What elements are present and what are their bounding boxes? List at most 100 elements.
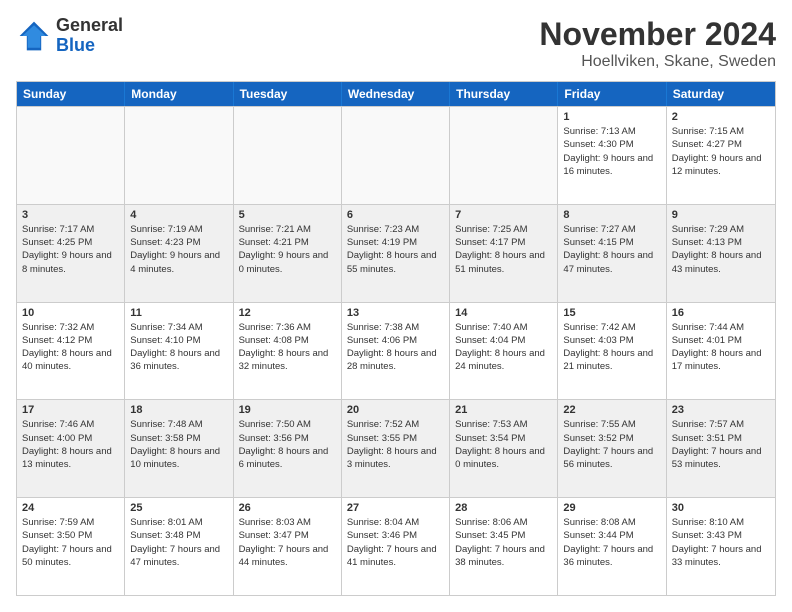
day-cell-22: 22Sunrise: 7:55 AM Sunset: 3:52 PM Dayli…: [558, 400, 666, 497]
day-cell-27: 27 Sunrise: 8:04 AM Sunset: 3:46 PM Dayli…: [342, 498, 450, 595]
day-info-8: Sunrise: 7:27 AM Sunset: 4:15 PM Dayligh…: [563, 223, 660, 276]
day-cell-8: 8 Sunrise: 7:27 AM Sunset: 4:15 PM Daylig…: [558, 205, 666, 302]
day-number-28: 28: [455, 502, 552, 514]
day-number-14: 14: [455, 307, 552, 319]
cal-row-2: 10 Sunrise: 7:32 AM Sunset: 4:12 PM Dayli…: [17, 302, 775, 400]
empty-cell-0-4: [450, 107, 558, 204]
day-number-29: 29: [563, 502, 660, 514]
weekday-tuesday: Tuesday: [234, 82, 342, 106]
day-cell-2: 2 Sunrise: 7:15 AM Sunset: 4:27 PM Daylig…: [667, 107, 775, 204]
day-cell-18: 18 Sunrise: 7:48 AM Sunset: 3:58 PM Dayli…: [125, 400, 233, 497]
day-cell-20: 20Sunrise: 7:52 AM Sunset: 3:55 PM Dayli…: [342, 400, 450, 497]
day-cell-12: 12Sunrise: 7:36 AM Sunset: 4:08 PM Dayli…: [234, 303, 342, 400]
day-number-25: 25: [130, 502, 227, 514]
location: Hoellviken, Skane, Sweden: [539, 53, 776, 71]
weekday-wednesday: Wednesday: [342, 82, 450, 106]
weekday-sunday: Sunday: [17, 82, 125, 106]
day-info-15: Sunrise: 7:42 AM Sunset: 4:03 PM Dayligh…: [563, 321, 660, 374]
day-cell-24: 24Sunrise: 7:59 AM Sunset: 3:50 PM Dayli…: [17, 498, 125, 595]
day-info-23: Sunrise: 7:57 AM Sunset: 3:51 PM Dayligh…: [672, 418, 770, 471]
empty-cell-0-1: [125, 107, 233, 204]
day-number-21: 21: [455, 404, 552, 416]
day-info-12: Sunrise: 7:36 AM Sunset: 4:08 PM Dayligh…: [239, 321, 336, 374]
day-cell-6: 6 Sunrise: 7:23 AM Sunset: 4:19 PM Daylig…: [342, 205, 450, 302]
day-info-22: Sunrise: 7:55 AM Sunset: 3:52 PM Dayligh…: [563, 418, 660, 471]
day-number-27: 27: [347, 502, 444, 514]
page: General Blue November 2024 Hoellviken, S…: [0, 0, 792, 612]
weekday-thursday: Thursday: [450, 82, 558, 106]
day-number-3: 3: [22, 209, 119, 221]
empty-cell-0-2: [234, 107, 342, 204]
day-number-1: 1: [563, 111, 660, 123]
day-number-18: 18: [130, 404, 227, 416]
day-info-10: Sunrise: 7:32 AM Sunset: 4:12 PM Dayligh…: [22, 321, 119, 374]
empty-cell-0-3: [342, 107, 450, 204]
empty-cell-0-0: [17, 107, 125, 204]
calendar-body: 1 Sunrise: 7:13 AM Sunset: 4:30 PM Daylig…: [17, 106, 775, 595]
day-info-13: Sunrise: 7:38 AM Sunset: 4:06 PM Dayligh…: [347, 321, 444, 374]
day-number-2: 2: [672, 111, 770, 123]
day-cell-28: 28 Sunrise: 8:06 AM Sunset: 3:45 PM Dayli…: [450, 498, 558, 595]
day-info-11: Sunrise: 7:34 AM Sunset: 4:10 PM Dayligh…: [130, 321, 227, 374]
logo-text: General Blue: [56, 16, 123, 56]
day-info-4: Sunrise: 7:19 AM Sunset: 4:23 PM Dayligh…: [130, 223, 227, 276]
day-number-4: 4: [130, 209, 227, 221]
day-info-19: Sunrise: 7:50 AM Sunset: 3:56 PM Dayligh…: [239, 418, 336, 471]
day-number-7: 7: [455, 209, 552, 221]
day-info-25: Sunrise: 8:01 AM Sunset: 3:48 PM Dayligh…: [130, 516, 227, 569]
day-cell-16: 16Sunrise: 7:44 AM Sunset: 4:01 PM Dayli…: [667, 303, 775, 400]
weekday-friday: Friday: [558, 82, 666, 106]
cal-row-1: 3Sunrise: 7:17 AM Sunset: 4:25 PM Daylig…: [17, 204, 775, 302]
day-cell-26: 26 Sunrise: 8:03 AM Sunset: 3:47 PM Dayli…: [234, 498, 342, 595]
day-info-18: Sunrise: 7:48 AM Sunset: 3:58 PM Dayligh…: [130, 418, 227, 471]
day-number-17: 17: [22, 404, 119, 416]
day-info-6: Sunrise: 7:23 AM Sunset: 4:19 PM Dayligh…: [347, 223, 444, 276]
day-info-7: Sunrise: 7:25 AM Sunset: 4:17 PM Dayligh…: [455, 223, 552, 276]
day-info-28: Sunrise: 8:06 AM Sunset: 3:45 PM Dayligh…: [455, 516, 552, 569]
cal-row-3: 17Sunrise: 7:46 AM Sunset: 4:00 PM Dayli…: [17, 399, 775, 497]
day-info-9: Sunrise: 7:29 AM Sunset: 4:13 PM Dayligh…: [672, 223, 770, 276]
day-cell-25: 25 Sunrise: 8:01 AM Sunset: 3:48 PM Dayli…: [125, 498, 233, 595]
day-info-1: Sunrise: 7:13 AM Sunset: 4:30 PM Dayligh…: [563, 125, 660, 178]
day-number-19: 19: [239, 404, 336, 416]
day-number-13: 13: [347, 307, 444, 319]
title-block: November 2024 Hoellviken, Skane, Sweden: [539, 16, 776, 71]
day-number-8: 8: [563, 209, 660, 221]
day-cell-21: 21 Sunrise: 7:53 AM Sunset: 3:54 PM Dayli…: [450, 400, 558, 497]
day-info-14: Sunrise: 7:40 AM Sunset: 4:04 PM Dayligh…: [455, 321, 552, 374]
day-number-6: 6: [347, 209, 444, 221]
page-header: General Blue November 2024 Hoellviken, S…: [16, 16, 776, 71]
day-cell-5: 5 Sunrise: 7:21 AM Sunset: 4:21 PM Daylig…: [234, 205, 342, 302]
day-cell-17: 17Sunrise: 7:46 AM Sunset: 4:00 PM Dayli…: [17, 400, 125, 497]
day-info-27: Sunrise: 8:04 AM Sunset: 3:46 PM Dayligh…: [347, 516, 444, 569]
day-cell-13: 13 Sunrise: 7:38 AM Sunset: 4:06 PM Dayli…: [342, 303, 450, 400]
day-info-24: Sunrise: 7:59 AM Sunset: 3:50 PM Dayligh…: [22, 516, 119, 569]
day-cell-14: 14 Sunrise: 7:40 AM Sunset: 4:04 PM Dayli…: [450, 303, 558, 400]
weekday-saturday: Saturday: [667, 82, 775, 106]
weekday-monday: Monday: [125, 82, 233, 106]
day-number-10: 10: [22, 307, 119, 319]
logo-blue: Blue: [56, 36, 123, 56]
day-number-26: 26: [239, 502, 336, 514]
day-info-26: Sunrise: 8:03 AM Sunset: 3:47 PM Dayligh…: [239, 516, 336, 569]
day-number-9: 9: [672, 209, 770, 221]
calendar: Sunday Monday Tuesday Wednesday Thursday…: [16, 81, 776, 596]
calendar-header: Sunday Monday Tuesday Wednesday Thursday…: [17, 82, 775, 106]
logo: General Blue: [16, 16, 123, 56]
day-info-21: Sunrise: 7:53 AM Sunset: 3:54 PM Dayligh…: [455, 418, 552, 471]
day-cell-30: 30Sunrise: 8:10 AM Sunset: 3:43 PM Dayli…: [667, 498, 775, 595]
day-number-30: 30: [672, 502, 770, 514]
day-cell-11: 11Sunrise: 7:34 AM Sunset: 4:10 PM Dayli…: [125, 303, 233, 400]
day-cell-10: 10 Sunrise: 7:32 AM Sunset: 4:12 PM Dayli…: [17, 303, 125, 400]
logo-general: General: [56, 16, 123, 36]
day-number-23: 23: [672, 404, 770, 416]
day-cell-9: 9 Sunrise: 7:29 AM Sunset: 4:13 PM Daylig…: [667, 205, 775, 302]
day-info-29: Sunrise: 8:08 AM Sunset: 3:44 PM Dayligh…: [563, 516, 660, 569]
day-cell-29: 29 Sunrise: 8:08 AM Sunset: 3:44 PM Dayli…: [558, 498, 666, 595]
day-info-5: Sunrise: 7:21 AM Sunset: 4:21 PM Dayligh…: [239, 223, 336, 276]
logo-icon: [16, 18, 52, 54]
day-number-5: 5: [239, 209, 336, 221]
day-number-16: 16: [672, 307, 770, 319]
day-info-2: Sunrise: 7:15 AM Sunset: 4:27 PM Dayligh…: [672, 125, 770, 178]
day-cell-3: 3Sunrise: 7:17 AM Sunset: 4:25 PM Daylig…: [17, 205, 125, 302]
